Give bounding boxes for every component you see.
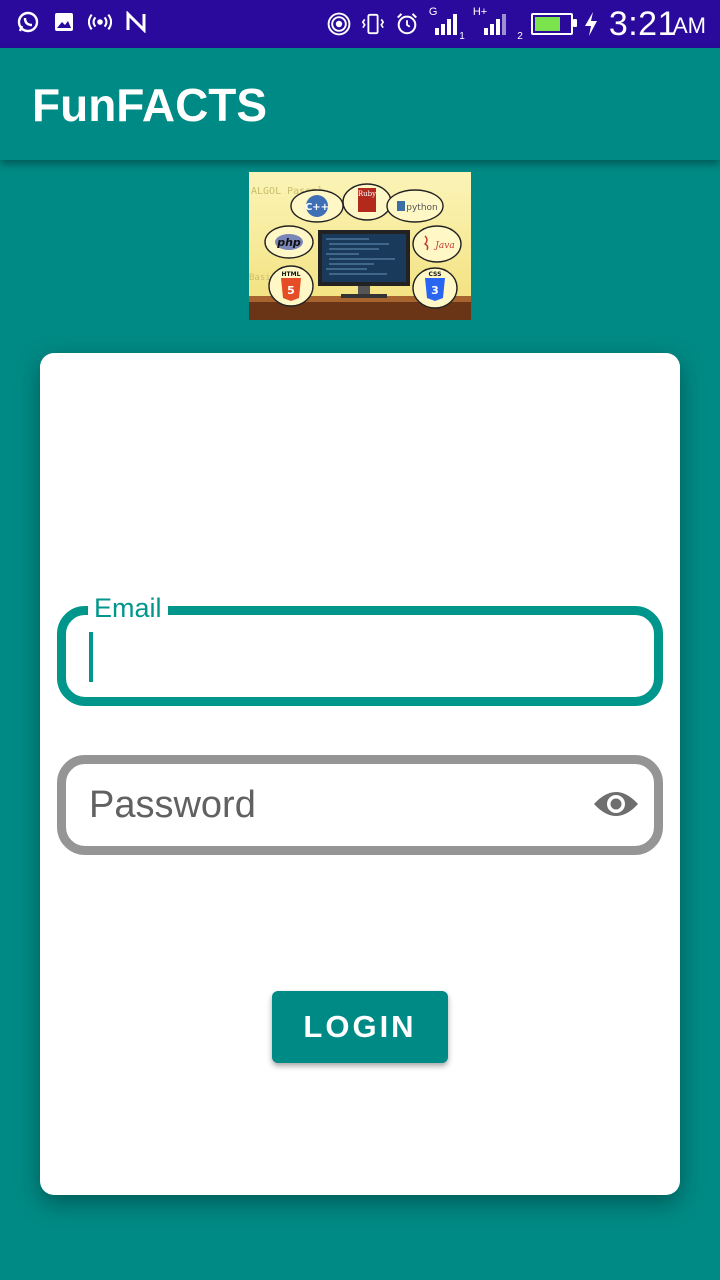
vibrate-icon: [361, 12, 385, 36]
sim1-tech-label: G: [428, 6, 438, 18]
eye-icon[interactable]: [592, 786, 640, 822]
sim2-tech-label: H+: [472, 6, 488, 18]
clock-time: 3:21: [608, 4, 677, 43]
alarm-icon: [395, 12, 419, 36]
n-icon: [124, 10, 148, 34]
svg-text:5: 5: [287, 284, 295, 297]
battery-level: [534, 17, 561, 31]
clock-ampm: AM: [673, 12, 706, 38]
signal-2-icon: H+ 2: [473, 6, 523, 42]
css-label: CSS: [429, 271, 442, 278]
login-card: Email Password LOGIN: [40, 353, 680, 1195]
hotspot-icon: [88, 10, 112, 34]
sim1-slot-label: 1: [459, 31, 465, 42]
app-bar: FunFACTS: [0, 48, 720, 160]
login-button[interactable]: LOGIN: [272, 991, 448, 1063]
password-placeholder: Password: [89, 784, 256, 826]
email-label: Email: [88, 593, 168, 624]
svg-text:3: 3: [431, 284, 439, 297]
whatsapp-icon: [16, 10, 40, 34]
java-label: Java: [433, 241, 454, 251]
app-title: FunFACTS: [32, 79, 268, 131]
battery-icon: [530, 13, 577, 35]
php-label: php: [276, 236, 301, 249]
signal-1-icon: G 1: [429, 6, 465, 42]
cpp-label: C++: [305, 202, 329, 213]
programming-languages-banner: ALGOL Pascal Basic C++ Ruby python php J…: [249, 172, 471, 320]
wireless-icon: [327, 12, 351, 36]
banner-illustration: ALGOL Pascal Basic C++ Ruby python php J…: [249, 183, 471, 320]
email-field[interactable]: Email: [57, 593, 663, 706]
gallery-icon: [52, 10, 76, 34]
html-label: HTML: [282, 271, 301, 278]
python-label: python: [406, 203, 437, 213]
status-bar: G 1 H+ 2 3:21 AM: [0, 0, 720, 48]
charging-icon: [583, 12, 599, 36]
ruby-label: Ruby: [358, 190, 376, 198]
text-cursor: [89, 632, 93, 682]
password-field[interactable]: Password: [57, 755, 663, 855]
sim2-slot-label: 2: [517, 31, 523, 42]
